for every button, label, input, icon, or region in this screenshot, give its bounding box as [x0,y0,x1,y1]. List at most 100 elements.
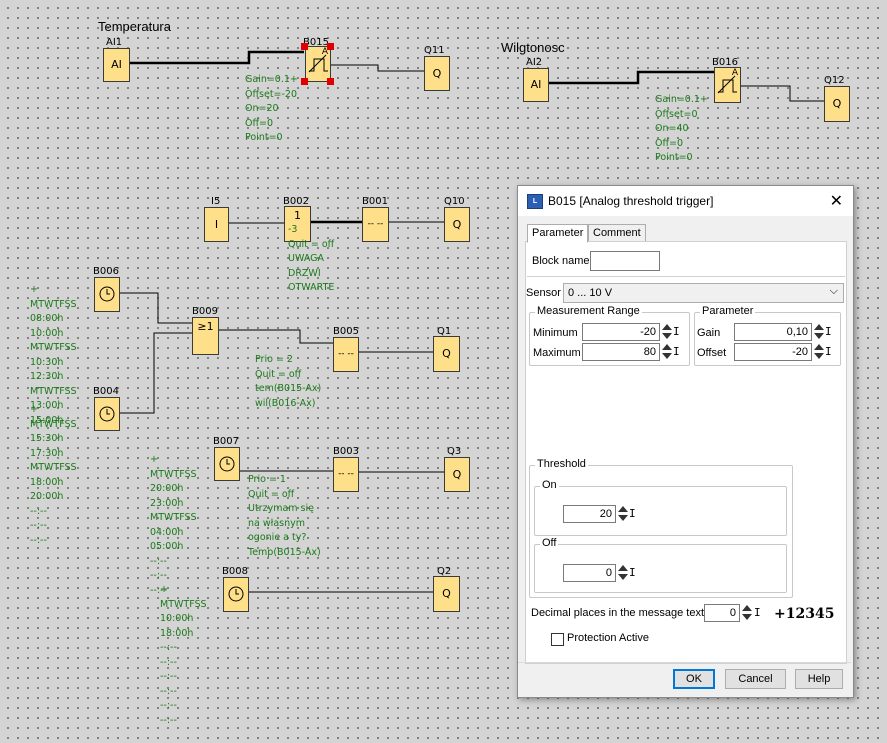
offset-label: Offset [697,347,727,359]
block-i5[interactable]: I [204,207,229,242]
wire-b004-b009 [120,332,192,414]
help-button[interactable]: Help [795,669,843,689]
block-b004[interactable] [94,397,120,431]
block-label-b008: B008 [222,566,248,577]
close-icon[interactable]: ✕ [830,191,843,211]
on-input[interactable]: 20 [563,505,616,523]
selection-handle-tl[interactable] [301,43,308,50]
tab-parameter[interactable]: Parameter [527,224,589,243]
text-cursor-icon: I [825,345,832,358]
gain-label: Gain [697,327,721,339]
selection-handle-tr[interactable] [327,43,334,50]
params-b016: Gain=0.1+ Offset=0 On=40 Off=0 Point=0 [655,94,708,163]
maximum-label: Maximum [533,347,581,359]
threshold-off-group: Off 0 I [534,537,787,593]
maximum-input[interactable]: 80 [582,343,660,361]
block-q11[interactable]: Q [424,56,450,91]
sensor-select[interactable]: 0 ... 10 V ⌵ [563,283,844,303]
selection-handle-br[interactable] [327,78,334,85]
block-glyph-b002: 1 [294,209,301,222]
block-q2[interactable]: Q [433,576,460,612]
dialog-title: B015 [Analog threshold trigger] [548,194,714,208]
block-glyph-q1: Q [442,347,451,360]
block-label-ai1: AI1 [106,37,123,48]
offset-stepper[interactable] [813,343,825,361]
clock-icon [219,456,235,472]
params-b008: + MTWTFSS 10:00h 18:00h --:-- --:-- --:-… [160,584,207,726]
wire-ai2-b016 [549,70,714,85]
block-label-q12: Q12 [824,75,845,86]
params-b015: Gain=0.1+ Offset=-20 On=20 Off=0 Point=0 [245,74,298,143]
block-q1[interactable]: Q [433,336,460,372]
block-b005[interactable]: -- -- [333,337,359,372]
decimal-places-stepper[interactable] [741,604,753,622]
block-b015-selected[interactable]: A [305,46,331,82]
params-b007: + MTWTFSS 20:00h 23:00h MTWTFSS 04:00h 0… [150,454,197,596]
block-q12[interactable]: Q [824,86,850,122]
block-ai1[interactable]: AI [103,48,130,82]
gain-stepper[interactable] [813,323,825,341]
block-name-input[interactable] [590,251,660,271]
minimum-input[interactable]: -20 [582,323,660,341]
on-label: On [540,479,559,491]
gain-input[interactable]: 0,10 [734,323,812,341]
block-glyph-q12: Q [832,97,842,110]
maximum-stepper[interactable] [661,343,673,361]
off-label: Off [540,537,559,549]
divider [518,662,851,663]
block-label-q11: Q11 [424,45,445,56]
block-q10[interactable]: Q [444,207,470,242]
dialog-titlebar[interactable]: L B015 [Analog threshold trigger] ✕ [518,186,853,216]
text-cursor-icon: I [754,606,761,619]
block-glyph-ai2: AI [530,78,542,91]
block-b007[interactable] [214,447,240,481]
clock-icon [99,286,115,302]
offset-input[interactable]: -20 [734,343,812,361]
decimal-places-input[interactable]: 0 [704,604,740,622]
divider [527,276,845,277]
ok-button[interactable]: OK [673,669,715,689]
protection-label: Protection Active [567,632,649,644]
block-glyph-ai1: AI [111,58,122,71]
block-label-ai2: AI2 [526,57,543,68]
protection-checkbox[interactable] [551,633,564,646]
off-stepper[interactable] [617,564,629,582]
block-label-b004: B004 [93,386,119,397]
parameter-group: Parameter Gain 0,10 I Offset -20 I [694,305,841,366]
block-b009[interactable]: ≥1 [192,317,219,355]
wire-b006-b009 [120,292,192,324]
block-b003[interactable]: -- -- [333,457,359,492]
block-b001[interactable]: -- -- [362,207,389,242]
block-ai2[interactable]: AI [523,68,549,102]
wire-b016-q12 [741,85,824,102]
text-cursor-icon: I [629,507,636,520]
parameter-title: Parameter [700,305,756,317]
clock-icon [99,406,115,422]
selection-handle-bl[interactable] [301,78,308,85]
cancel-button[interactable]: Cancel [725,669,786,689]
wire-b009-b005 [219,329,333,344]
off-input[interactable]: 0 [563,564,616,582]
block-glyph-q3: Q [452,468,462,481]
decimal-preview: +12345 [774,606,835,622]
block-glyph-b001: -- -- [367,219,384,229]
chevron-down-icon: ⌵ [829,285,838,297]
block-q3[interactable]: Q [444,457,470,492]
block-b008[interactable] [223,577,249,612]
threshold-trigger-dialog: L B015 [Analog threshold trigger] ✕ Para… [517,185,854,698]
title-wilgotnosc: Wilgtonosc [501,40,565,55]
clock-icon [228,586,244,602]
minimum-stepper[interactable] [661,323,673,341]
decimal-places-label: Decimal places in the message text [531,607,705,619]
block-label-b005: B005 [333,326,359,337]
block-glyph-b005: -- -- [338,349,354,359]
block-glyph-q11: Q [432,67,442,80]
block-glyph-b009: ≥1 [197,320,214,333]
block-b006[interactable] [94,277,120,312]
block-name-label: Block name [532,255,590,267]
wire-b015-q11 [331,64,424,72]
block-glyph-i5: I [214,218,219,231]
on-stepper[interactable] [617,505,629,523]
block-b016[interactable]: A [714,67,741,103]
block-label-i5: I5 [211,196,221,207]
